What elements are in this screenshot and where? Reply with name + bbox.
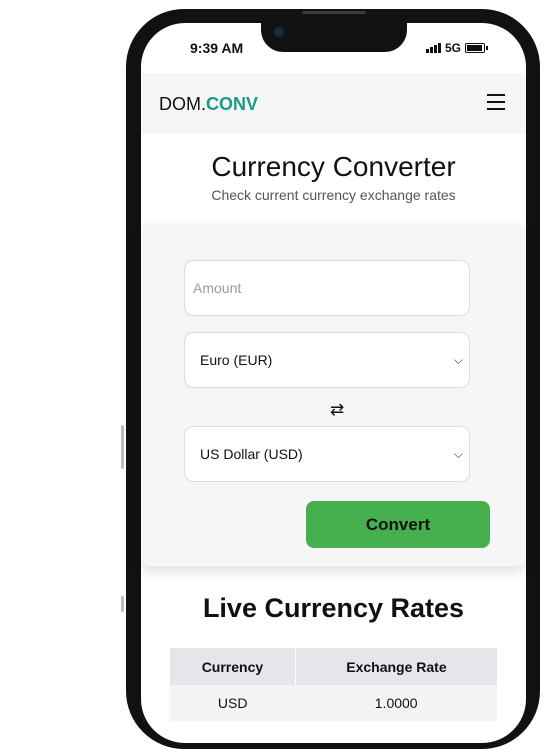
to-currency-value: US Dollar (USD) bbox=[200, 446, 303, 462]
app-header: DOM.CONV bbox=[141, 73, 526, 134]
signal-icon bbox=[426, 43, 441, 53]
network-label: 5G bbox=[445, 41, 462, 55]
chevron-down-icon: ⌵ bbox=[453, 352, 463, 367]
hamburger-menu-icon[interactable] bbox=[487, 94, 505, 110]
currency-cell: USD bbox=[170, 685, 296, 721]
rates-title: Live Currency Rates bbox=[202, 593, 465, 623]
page-subtitle: Check current currency exchange rates bbox=[211, 187, 456, 203]
amount-field[interactable] bbox=[184, 260, 470, 316]
column-header-currency: Currency bbox=[170, 648, 296, 685]
rate-cell: 1.0000 bbox=[295, 685, 497, 721]
swap-arrows-icon[interactable]: ⇄ bbox=[330, 400, 344, 420]
table-row: USD 1.0000 bbox=[170, 685, 497, 721]
logo-text: DOM. bbox=[159, 94, 206, 114]
to-currency-select[interactable]: US Dollar (USD) ⌵ bbox=[184, 426, 470, 482]
convert-button[interactable]: Convert bbox=[306, 501, 490, 548]
volume-up-button bbox=[121, 425, 124, 469]
camera-icon bbox=[274, 27, 284, 37]
amount-input[interactable] bbox=[185, 261, 469, 315]
table-header-row: Currency Exchange Rate bbox=[170, 648, 497, 685]
from-currency-select[interactable]: Euro (EUR) ⌵ bbox=[184, 332, 470, 388]
logo-accent: CONV bbox=[206, 94, 259, 114]
volume-down-button bbox=[121, 596, 124, 612]
logo[interactable]: DOM.CONV bbox=[159, 94, 258, 115]
status-indicators: 5G bbox=[426, 41, 489, 55]
from-currency-value: Euro (EUR) bbox=[200, 352, 273, 368]
status-time: 9:39 AM bbox=[190, 40, 244, 56]
battery-icon bbox=[465, 43, 489, 53]
chevron-down-icon: ⌵ bbox=[453, 446, 463, 461]
column-header-rate: Exchange Rate bbox=[294, 648, 497, 685]
rates-table: Currency Exchange Rate USD 1.0000 bbox=[170, 648, 497, 721]
page-title: Currency Converter bbox=[211, 151, 456, 182]
